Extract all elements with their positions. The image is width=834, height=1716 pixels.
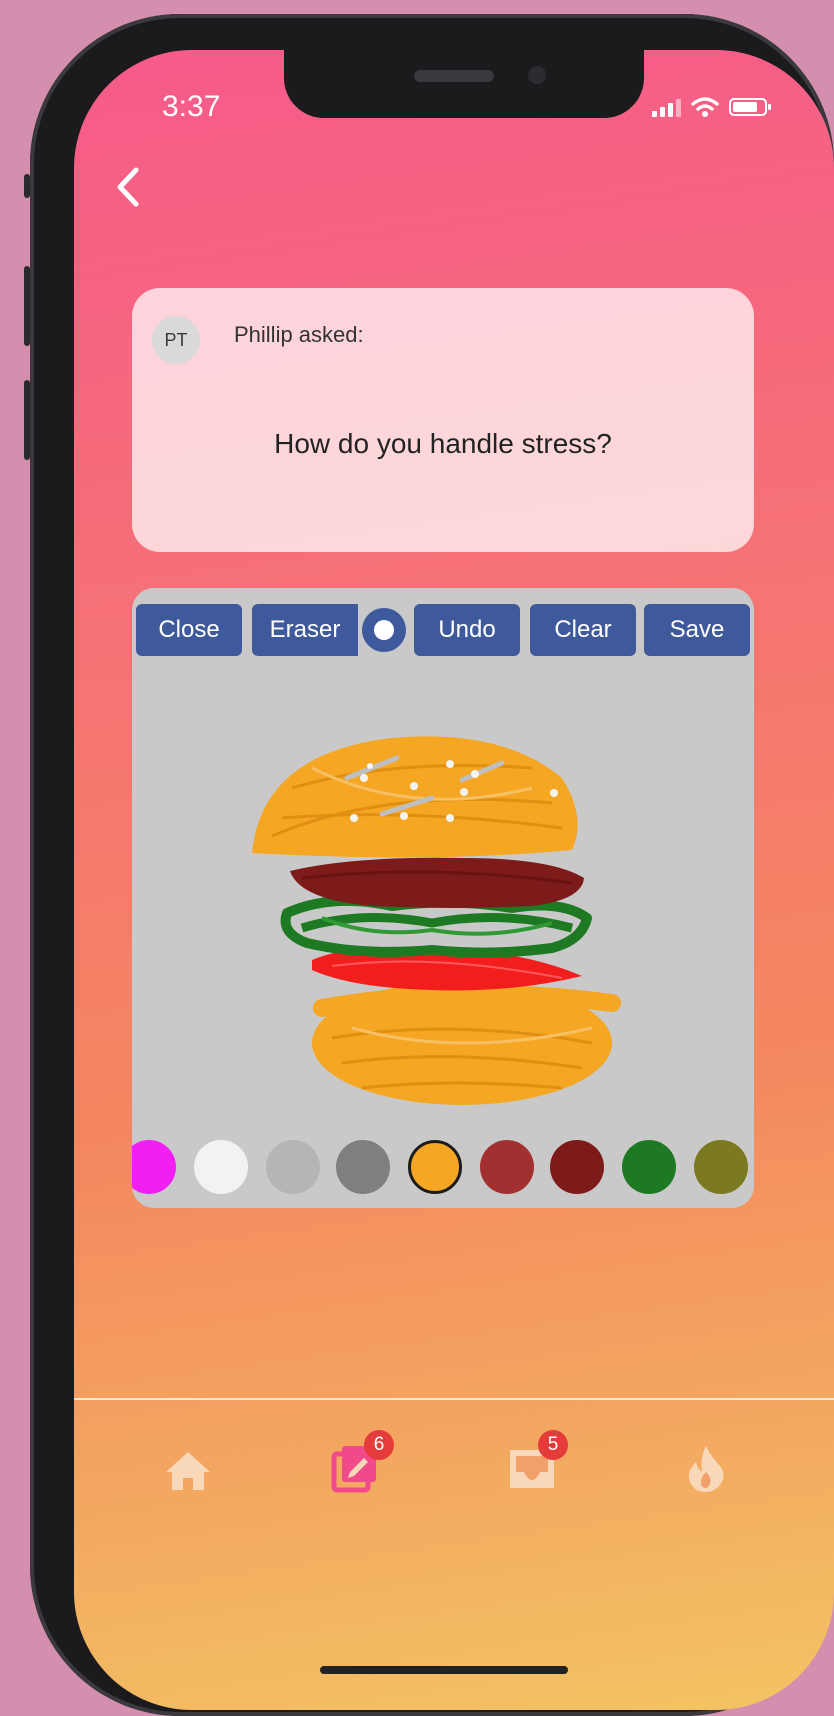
badge: 6: [364, 1430, 394, 1460]
eraser-toggle[interactable]: [362, 608, 406, 652]
eraser-button[interactable]: Eraser: [252, 604, 358, 656]
asker-label: Phillip asked:: [234, 322, 364, 347]
question-card: PT Phillip asked: How do you handle stre…: [132, 288, 754, 552]
drawing-canvas[interactable]: [132, 588, 754, 1208]
color-swatch[interactable]: [132, 1140, 176, 1194]
color-swatch[interactable]: [550, 1140, 604, 1194]
app-screen: 3:37 PT Phillip asked: How do you handle…: [74, 50, 834, 1710]
save-button[interactable]: Save: [644, 604, 750, 656]
status-time: 3:37: [162, 90, 221, 123]
flame-icon[interactable]: [676, 1438, 736, 1498]
color-swatch[interactable]: [622, 1140, 676, 1194]
earpiece: [414, 70, 494, 82]
color-swatch[interactable]: [694, 1140, 748, 1194]
badge: 5: [538, 1430, 568, 1460]
clear-button[interactable]: Clear: [530, 604, 636, 656]
color-swatch[interactable]: [408, 1140, 462, 1194]
color-swatch[interactable]: [336, 1140, 390, 1194]
color-swatch[interactable]: [266, 1140, 320, 1194]
toggle-knob-icon: [374, 620, 394, 640]
close-button[interactable]: Close: [136, 604, 242, 656]
avatar: PT: [152, 316, 200, 364]
notch: [284, 50, 644, 118]
signal-icon: [652, 97, 681, 117]
status-icons: [652, 96, 771, 118]
color-swatch[interactable]: [480, 1140, 534, 1194]
volume-down-button: [24, 380, 30, 460]
home-icon[interactable]: [158, 1438, 218, 1498]
tab-inbox[interactable]: 5: [502, 1430, 568, 1498]
undo-button[interactable]: Undo: [414, 604, 520, 656]
wifi-icon: [691, 97, 719, 117]
home-indicator: [320, 1666, 568, 1674]
front-camera: [528, 66, 546, 84]
drawing-panel: Close Eraser Undo Clear Save: [132, 588, 754, 1208]
color-swatch[interactable]: [194, 1140, 248, 1194]
battery-icon: [729, 98, 771, 116]
mute-switch: [24, 174, 30, 198]
drawing-toolbar: Close Eraser Undo Clear Save: [136, 604, 750, 656]
tabbar-divider: [74, 1398, 834, 1400]
phone-frame: 3:37 PT Phillip asked: How do you handle…: [24, 14, 834, 1716]
volume-up-button: [24, 266, 30, 346]
back-chevron-icon[interactable]: [108, 162, 148, 212]
color-palette: [132, 1140, 754, 1196]
question-text: How do you handle stress?: [274, 428, 612, 459]
tab-drawings[interactable]: 6: [326, 1430, 394, 1498]
